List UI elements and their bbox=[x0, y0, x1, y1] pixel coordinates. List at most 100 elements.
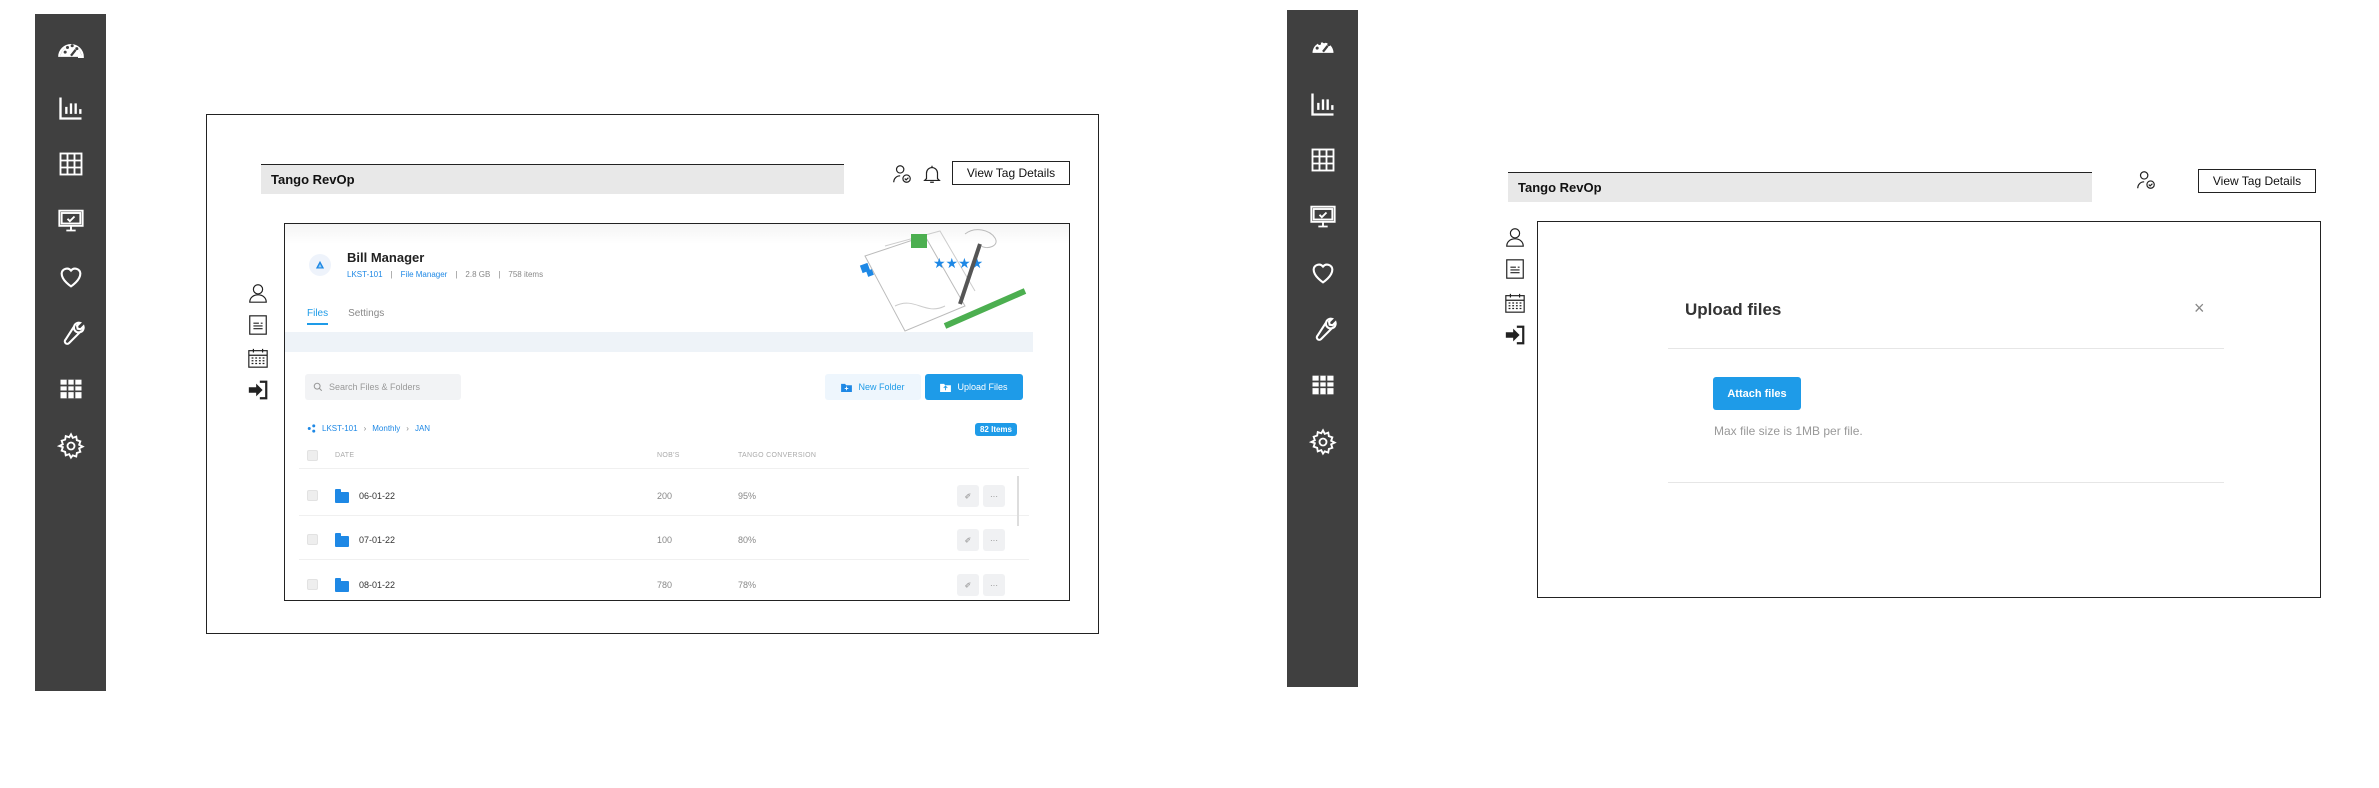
monitor-check-icon[interactable] bbox=[56, 205, 86, 235]
meta-size: 2.8 GB bbox=[465, 270, 491, 279]
calendar-icon[interactable] bbox=[1503, 291, 1527, 315]
upload-dialog-panel: Upload files × Attach files Max file siz… bbox=[1537, 221, 2321, 598]
app-title: Tango RevOp bbox=[271, 172, 355, 187]
table-grid-icon[interactable] bbox=[56, 149, 86, 179]
left-app-frame: Tango RevOp View Tag Details Bill Manage… bbox=[206, 114, 1099, 634]
share-icon bbox=[307, 424, 316, 433]
row-checkbox[interactable] bbox=[307, 579, 318, 590]
user-icon[interactable] bbox=[1503, 225, 1527, 249]
row-conversion: 95% bbox=[738, 491, 757, 501]
view-tag-details-button[interactable]: View Tag Details bbox=[2198, 169, 2316, 193]
tab-settings[interactable]: Settings bbox=[348, 308, 384, 325]
user-icon[interactable] bbox=[246, 281, 270, 305]
row-nobs: 200 bbox=[657, 491, 673, 501]
folder-plus-icon bbox=[841, 383, 853, 392]
meta-items: 758 items bbox=[508, 270, 544, 279]
meta-separator: | bbox=[390, 270, 393, 279]
dashboard-icon[interactable] bbox=[56, 36, 86, 66]
meta-code: LKST-101 bbox=[347, 270, 383, 279]
items-count-badge: 82 Items bbox=[974, 423, 1017, 436]
folder-icon bbox=[335, 533, 349, 547]
search-input[interactable]: Search Files & Folders bbox=[305, 374, 461, 400]
bill-manager-logo bbox=[309, 254, 331, 276]
bar-chart-icon[interactable] bbox=[1308, 89, 1338, 119]
right-sidebar bbox=[1287, 10, 1358, 687]
sign-in-icon[interactable] bbox=[1503, 323, 1527, 347]
row-edit-button[interactable]: ✐ bbox=[957, 574, 979, 596]
bar-chart-icon[interactable] bbox=[56, 93, 86, 123]
row-date[interactable]: 08-01-22 bbox=[359, 580, 395, 590]
breadcrumb-item[interactable]: LKST-101 bbox=[322, 424, 358, 433]
dashboard-icon[interactable] bbox=[1308, 32, 1338, 62]
select-all-checkbox[interactable] bbox=[307, 450, 318, 461]
row-more-button[interactable]: ··· bbox=[983, 529, 1005, 551]
row-conversion: 80% bbox=[738, 535, 757, 545]
search-placeholder: Search Files & Folders bbox=[329, 382, 421, 392]
file-size-hint: Max file size is 1MB per file. bbox=[1714, 424, 1863, 438]
new-folder-label: New Folder bbox=[858, 382, 905, 392]
row-divider bbox=[299, 559, 1029, 560]
close-icon[interactable]: × bbox=[2194, 298, 2205, 319]
calendar-icon[interactable] bbox=[246, 346, 270, 370]
monitor-check-icon[interactable] bbox=[1308, 201, 1338, 231]
meta-separator: | bbox=[455, 270, 458, 279]
spreadsheet-icon[interactable] bbox=[56, 374, 86, 404]
table-divider bbox=[299, 468, 1029, 469]
row-more-button[interactable]: ··· bbox=[983, 485, 1005, 507]
app-title-bar: Tango RevOp bbox=[1508, 172, 2092, 202]
breadcrumb-item[interactable]: Monthly bbox=[372, 424, 400, 433]
meta-separator: | bbox=[498, 270, 501, 279]
document-icon[interactable] bbox=[246, 313, 270, 337]
column-header-conversion[interactable]: TANGO CONVERSION bbox=[738, 452, 816, 459]
wrench-icon[interactable] bbox=[1308, 314, 1338, 344]
row-edit-button[interactable]: ✐ bbox=[957, 529, 979, 551]
row-nobs: 780 bbox=[657, 580, 673, 590]
row-edit-button[interactable]: ✐ bbox=[957, 485, 979, 507]
wrench-icon[interactable] bbox=[56, 318, 86, 348]
header-illustration: ★★★★ bbox=[859, 229, 1027, 332]
row-nobs: 100 bbox=[657, 535, 673, 545]
page-title: Bill Manager bbox=[347, 250, 425, 265]
dialog-header-divider bbox=[1668, 348, 2224, 349]
document-icon[interactable] bbox=[1503, 257, 1527, 281]
row-date[interactable]: 07-01-22 bbox=[359, 535, 395, 545]
row-more-button[interactable]: ··· bbox=[983, 574, 1005, 596]
bill-manager-panel: Bill Manager LKST-101 | File Manager | 2… bbox=[284, 223, 1070, 601]
row-checkbox[interactable] bbox=[307, 534, 318, 545]
upload-icon bbox=[940, 383, 952, 392]
gear-icon[interactable] bbox=[56, 431, 86, 461]
table-scrollbar[interactable] bbox=[1017, 476, 1019, 526]
view-tag-details-button[interactable]: View Tag Details bbox=[952, 161, 1070, 185]
left-sidebar bbox=[35, 14, 106, 691]
app-title: Tango RevOp bbox=[1518, 180, 1602, 195]
sign-in-icon[interactable] bbox=[246, 378, 270, 402]
user-check-icon[interactable] bbox=[890, 162, 914, 186]
heart-icon[interactable] bbox=[1308, 258, 1338, 288]
bell-icon[interactable] bbox=[920, 162, 944, 186]
row-date[interactable]: 06-01-22 bbox=[359, 491, 395, 501]
search-icon bbox=[313, 382, 323, 392]
upload-files-label: Upload Files bbox=[957, 382, 1008, 392]
heart-icon[interactable] bbox=[56, 262, 86, 292]
dialog-footer-divider bbox=[1668, 482, 2224, 483]
table-grid-icon[interactable] bbox=[1308, 145, 1338, 175]
user-check-icon[interactable] bbox=[2134, 168, 2158, 192]
bill-manager-header: Bill Manager LKST-101 | File Manager | 2… bbox=[285, 224, 1069, 334]
gear-icon[interactable] bbox=[1308, 427, 1338, 457]
app-title-bar: Tango RevOp bbox=[261, 164, 844, 194]
row-divider bbox=[299, 515, 1029, 516]
chevron-right-icon: › bbox=[406, 424, 409, 433]
bill-manager-meta: LKST-101 | File Manager | 2.8 GB | 758 i… bbox=[347, 270, 543, 279]
upload-files-button[interactable]: Upload Files bbox=[925, 374, 1023, 400]
folder-icon bbox=[335, 578, 349, 592]
spreadsheet-icon[interactable] bbox=[1308, 370, 1338, 400]
tab-files[interactable]: Files bbox=[307, 308, 329, 325]
chevron-right-icon: › bbox=[363, 424, 367, 433]
meta-app: File Manager bbox=[400, 270, 448, 279]
row-checkbox[interactable] bbox=[307, 490, 318, 501]
new-folder-button[interactable]: New Folder bbox=[825, 374, 921, 400]
breadcrumb-item[interactable]: JAN bbox=[415, 424, 430, 433]
column-header-nobs[interactable]: NOB'S bbox=[657, 452, 680, 459]
attach-files-button[interactable]: Attach files bbox=[1713, 377, 1801, 410]
column-header-date[interactable]: DATE bbox=[335, 452, 354, 459]
